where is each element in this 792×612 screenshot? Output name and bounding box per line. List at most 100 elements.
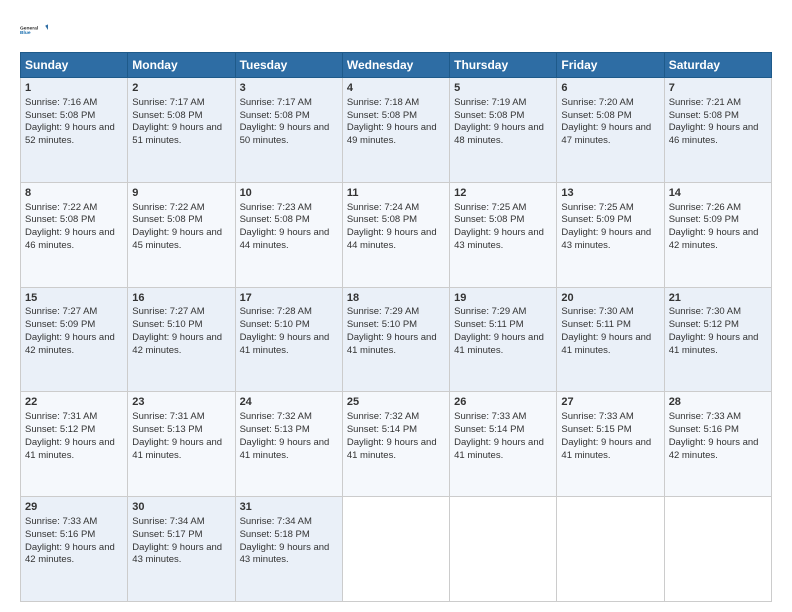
day-cell-1: 1Sunrise: 7:16 AMSunset: 5:08 PMDaylight… [21,78,128,183]
daylight: Daylight: 9 hours and 41 minutes. [240,332,330,356]
sunset: Sunset: 5:08 PM [132,214,202,225]
day-number: 22 [25,395,123,410]
day-number: 31 [240,500,338,515]
day-cell-14: 14Sunrise: 7:26 AMSunset: 5:09 PMDayligh… [664,182,771,287]
logo-icon: General Blue [20,16,48,44]
day-cell-16: 16Sunrise: 7:27 AMSunset: 5:10 PMDayligh… [128,287,235,392]
sunset: Sunset: 5:17 PM [132,529,202,540]
sunset: Sunset: 5:08 PM [561,110,631,121]
daylight: Daylight: 9 hours and 51 minutes. [132,122,222,146]
sunrise: Sunrise: 7:34 AM [240,516,312,527]
day-cell-15: 15Sunrise: 7:27 AMSunset: 5:09 PMDayligh… [21,287,128,392]
sunset: Sunset: 5:16 PM [669,424,739,435]
day-number: 28 [669,395,767,410]
day-number: 15 [25,291,123,306]
sunrise: Sunrise: 7:25 AM [561,202,633,213]
day-cell-12: 12Sunrise: 7:25 AMSunset: 5:08 PMDayligh… [450,182,557,287]
sunset: Sunset: 5:11 PM [561,319,631,330]
sunrise: Sunrise: 7:33 AM [454,411,526,422]
day-number: 18 [347,291,445,306]
daylight: Daylight: 9 hours and 50 minutes. [240,122,330,146]
sunset: Sunset: 5:14 PM [454,424,524,435]
day-cell-8: 8Sunrise: 7:22 AMSunset: 5:08 PMDaylight… [21,182,128,287]
sunset: Sunset: 5:13 PM [132,424,202,435]
daylight: Daylight: 9 hours and 41 minutes. [240,437,330,461]
sunset: Sunset: 5:08 PM [25,110,95,121]
sunrise: Sunrise: 7:32 AM [347,411,419,422]
sunrise: Sunrise: 7:16 AM [25,97,97,108]
sunrise: Sunrise: 7:28 AM [240,306,312,317]
sunrise: Sunrise: 7:22 AM [25,202,97,213]
sunrise: Sunrise: 7:22 AM [132,202,204,213]
day-cell-13: 13Sunrise: 7:25 AMSunset: 5:09 PMDayligh… [557,182,664,287]
calendar-table: SundayMondayTuesdayWednesdayThursdayFrid… [20,52,772,602]
day-number: 30 [132,500,230,515]
day-number: 3 [240,81,338,96]
day-cell-2: 2Sunrise: 7:17 AM Sunset: 5:08 PMDaylight… [128,78,235,183]
daylight: Daylight: 9 hours and 41 minutes. [25,437,115,461]
sunset: Sunset: 5:08 PM [454,110,524,121]
day-number: 29 [25,500,123,515]
day-number: 20 [561,291,659,306]
day-number: 11 [347,186,445,201]
daylight: Daylight: 9 hours and 42 minutes. [669,437,759,461]
daylight: Daylight: 9 hours and 42 minutes. [25,542,115,566]
daylight: Daylight: 9 hours and 41 minutes. [454,437,544,461]
sunset: Sunset: 5:08 PM [132,110,202,121]
empty-cell [664,497,771,602]
sunrise: Sunrise: 7:29 AM [347,306,419,317]
day-cell-24: 24Sunrise: 7:32 AM Sunset: 5:13 PM Dayligh… [235,392,342,497]
col-header-monday: Monday [128,53,235,78]
day-number: 8 [25,186,123,201]
sunrise: Sunrise: 7:29 AM [454,306,526,317]
sunrise: Sunrise: 7:33 AM [561,411,633,422]
day-number: 2 [132,81,230,96]
day-number: 13 [561,186,659,201]
sunset: Sunset: 5:14 PM [347,424,417,435]
daylight: Daylight: 9 hours and 52 minutes. [25,122,115,146]
sunset: Sunset: 5:11 PM [454,319,524,330]
sunrise: Sunrise: 7:26 AM [669,202,741,213]
day-cell-7: 7Sunrise: 7:21 AMSunset: 5:08 PMDaylight… [664,78,771,183]
day-cell-5: 5Sunrise: 7:19 AMSunset: 5:08 PMDaylight… [450,78,557,183]
sunrise: Sunrise: 7:33 AM [669,411,741,422]
day-cell-9: 9Sunrise: 7:22 AMSunset: 5:08 PMDaylight… [128,182,235,287]
col-header-sunday: Sunday [21,53,128,78]
day-number: 21 [669,291,767,306]
empty-cell [557,497,664,602]
sunrise: Sunrise: 7:25 AM [454,202,526,213]
sunset: Sunset: 5:13 PM [240,424,310,435]
daylight: Daylight: 9 hours and 41 minutes. [561,437,651,461]
day-cell-28: 28Sunrise: 7:33 AM Sunset: 5:16 PM Dayligh… [664,392,771,497]
day-number: 24 [240,395,338,410]
day-cell-31: 31Sunrise: 7:34 AMSunset: 5:18 PMDayligh… [235,497,342,602]
daylight: Daylight: 9 hours and 43 minutes. [132,542,222,566]
sunrise: Sunrise: 7:32 AM [240,411,312,422]
daylight: Daylight: 9 hours and 46 minutes. [669,122,759,146]
day-number: 7 [669,81,767,96]
daylight: Daylight: 9 hours and 42 minutes. [25,332,115,356]
day-cell-11: 11Sunrise: 7:24 AMSunset: 5:08 PMDayligh… [342,182,449,287]
day-number: 10 [240,186,338,201]
daylight: Daylight: 9 hours and 49 minutes. [347,122,437,146]
sunrise: Sunrise: 7:24 AM [347,202,419,213]
sunset: Sunset: 5:09 PM [561,214,631,225]
day-cell-22: 22Sunrise: 7:31 AMSunset: 5:12 PMDayligh… [21,392,128,497]
daylight: Daylight: 9 hours and 41 minutes. [561,332,651,356]
sunset: Sunset: 5:18 PM [240,529,310,540]
sunrise: Sunrise: 7:23 AM [240,202,312,213]
day-cell-3: 3Sunrise: 7:17 AMSunset: 5:08 PMDaylight… [235,78,342,183]
sunset: Sunset: 5:08 PM [240,110,310,121]
day-cell-19: 19Sunrise: 7:29 AMSunset: 5:11 PMDayligh… [450,287,557,392]
sunrise: Sunrise: 7:34 AM [132,516,204,527]
sunrise: Sunrise: 7:20 AM [561,97,633,108]
day-number: 23 [132,395,230,410]
sunset: Sunset: 5:08 PM [669,110,739,121]
sunrise: Sunrise: 7:17 AM [132,97,204,108]
day-cell-20: 20Sunrise: 7:30 AMSunset: 5:11 PMDayligh… [557,287,664,392]
daylight: Daylight: 9 hours and 41 minutes. [347,332,437,356]
day-number: 25 [347,395,445,410]
daylight: Daylight: 9 hours and 47 minutes. [561,122,651,146]
day-number: 6 [561,81,659,96]
empty-cell [342,497,449,602]
